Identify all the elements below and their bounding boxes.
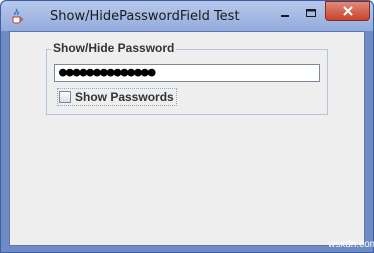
content-pane: Show/Hide Password ●●●●●●●●●●●●●● Show P… [9,31,365,246]
application-window: Show/HidePasswordField Test Show/Hide Pa… [0,0,374,253]
minimize-button[interactable] [272,3,298,23]
watermark: wsxdn.com [328,239,374,250]
maximize-icon [306,9,316,17]
minimize-icon [281,15,289,17]
show-passwords-label[interactable]: Show Passwords [75,90,174,104]
password-field[interactable]: ●●●●●●●●●●●●●● [54,64,320,82]
window-title: Show/HidePasswordField Test [50,9,240,24]
password-group-box: Show/Hide Password ●●●●●●●●●●●●●● Show P… [46,41,328,115]
close-icon [342,6,353,16]
title-bar[interactable]: Show/HidePasswordField Test [1,1,373,31]
close-button[interactable] [325,1,370,21]
group-title: Show/Hide Password [51,41,177,55]
checkbox-box[interactable] [59,91,71,103]
show-passwords-checkbox[interactable]: Show Passwords [57,88,177,106]
java-cup-icon [12,8,23,24]
maximize-button[interactable] [298,3,324,23]
